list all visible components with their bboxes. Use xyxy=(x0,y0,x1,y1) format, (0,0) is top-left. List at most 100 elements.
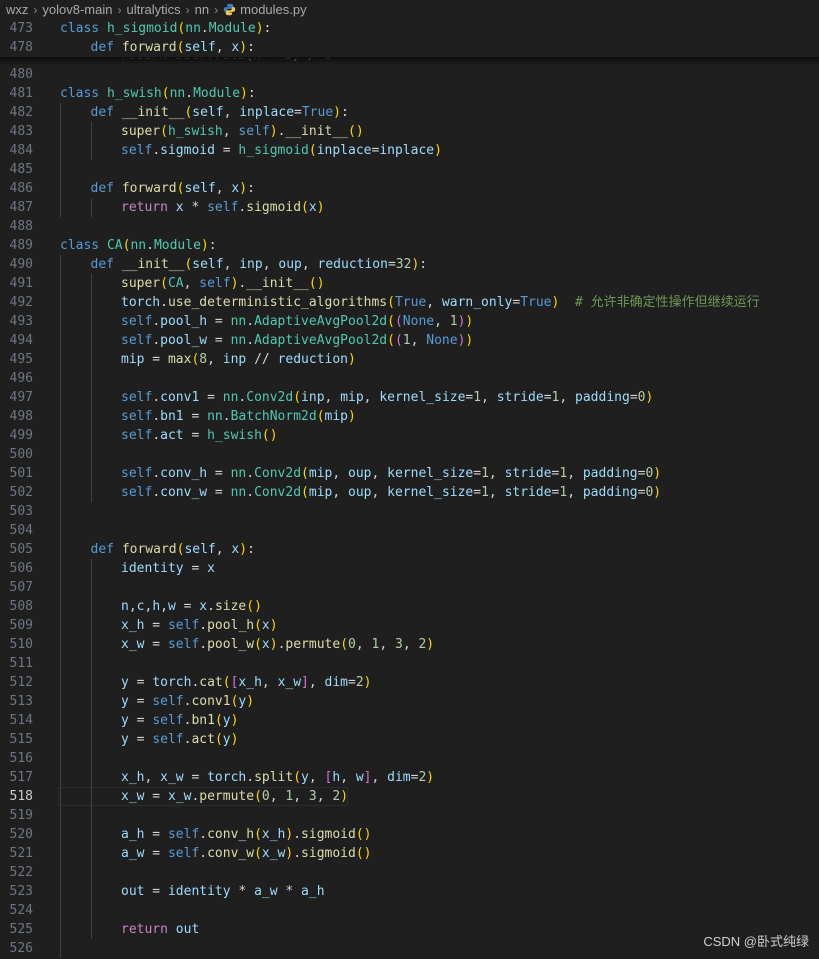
code-token: * xyxy=(230,884,255,899)
code-line[interactable]: 473 class h_sigmoid(nn.Module): xyxy=(0,19,819,38)
code-line[interactable]: 481 class h_swish(nn.Module): xyxy=(0,84,819,103)
code-line[interactable]: 508 n,c,h,w = x.size() xyxy=(0,597,819,616)
code-line[interactable]: 514 y = self.bn1(y) xyxy=(0,711,819,730)
code-line[interactable]: 485 xyxy=(0,160,819,179)
code-token: 3 xyxy=(308,789,317,804)
code-line[interactable]: 495 mip = max(8, inp // reduction) xyxy=(0,350,819,369)
code-token: . xyxy=(152,143,161,158)
code-line[interactable]: 519 xyxy=(0,806,819,825)
code-line[interactable]: 497 self.conv1 = nn.Conv2d(inp, mip, kern… xyxy=(0,388,819,407)
code-token: . xyxy=(199,637,208,652)
code-token: , xyxy=(293,789,309,804)
breadcrumb-item-ultralytics[interactable]: ultralytics xyxy=(126,2,180,17)
code-line[interactable]: 515 y = self.act(y) xyxy=(0,730,819,749)
code-token: conv_w xyxy=(160,485,208,500)
code-text: self.bn1 = nn.BatchNorm2d(mip) xyxy=(121,407,356,426)
code-line[interactable]: 524 xyxy=(0,901,819,920)
code-token: y xyxy=(222,713,231,728)
code-line[interactable]: 498 self.bn1 = nn.BatchNorm2d(mip) xyxy=(0,407,819,426)
line-number: 519 xyxy=(9,808,33,823)
breadcrumb-item-wxz[interactable]: wxz xyxy=(6,2,28,17)
breadcrumb-item-yolov8-main[interactable]: yolov8-main xyxy=(42,2,112,17)
code-line[interactable]: 505 def forward(self, x): xyxy=(0,540,819,559)
code-token: , xyxy=(301,257,318,272)
breadcrumb-item-nn[interactable]: nn xyxy=(195,2,209,17)
code-line[interactable]: 482 def __init__(self, inplace=True): xyxy=(0,103,819,122)
code-token: = xyxy=(128,694,153,709)
code-line[interactable]: 490 def __init__(self, inp, oup, reductio… xyxy=(0,255,819,274)
code-line[interactable]: 522 xyxy=(0,863,819,882)
code-token: CA xyxy=(167,276,184,291)
code-token: ) xyxy=(465,333,474,348)
code-token: ( xyxy=(222,675,231,690)
code-token: kernel_size xyxy=(387,485,474,500)
code-token: x xyxy=(261,618,270,633)
code-token: x_w xyxy=(167,789,192,804)
line-number: 491 xyxy=(9,276,33,291)
code-token: y xyxy=(222,732,231,747)
code-line[interactable]: 501 self.conv_h = nn.Conv2d(mip, oup, ker… xyxy=(0,464,819,483)
code-line[interactable]: 487 return x * self.sigmoid(x) xyxy=(0,198,819,217)
code-line[interactable]: 504 xyxy=(0,521,819,540)
code-line[interactable]: 517 x_h, x_w = torch.split(y, [h, w], dim… xyxy=(0,768,819,787)
code-line[interactable]: 507 xyxy=(0,578,819,597)
code-line[interactable]: 506 identity = x xyxy=(0,559,819,578)
code-line[interactable]: 499 self.act = h_swish() xyxy=(0,426,819,445)
code-token: , xyxy=(332,485,349,500)
code-line[interactable]: 525 return out xyxy=(0,920,819,939)
code-line[interactable]: 513 y = self.conv1(y) xyxy=(0,692,819,711)
code-line[interactable]: 502 self.conv_w = nn.Conv2d(mip, oup, ker… xyxy=(0,483,819,502)
code-line[interactable]: 491 super(CA, self).__init__() xyxy=(0,274,819,293)
code-token: def xyxy=(90,257,122,272)
code-line[interactable]: 512 y = torch.cat([x_h, x_w], dim=2) xyxy=(0,673,819,692)
line-number: 494 xyxy=(9,333,33,348)
code-token: self xyxy=(121,466,153,481)
code-line[interactable]: 503 xyxy=(0,502,819,521)
code-token: inp xyxy=(301,390,325,405)
code-token: : xyxy=(208,238,217,253)
line-number: 508 xyxy=(9,599,33,614)
code-line[interactable]: 523 out = identity * a_w * a_h xyxy=(0,882,819,901)
code-line[interactable]: 493 self.pool_h = nn.AdaptiveAvgPool2d((N… xyxy=(0,312,819,331)
code-token: . xyxy=(200,21,209,36)
code-token: inplace xyxy=(316,143,372,158)
code-line[interactable]: 480 xyxy=(0,65,819,84)
code-token: , xyxy=(371,466,388,481)
code-token: : xyxy=(247,86,256,101)
code-line[interactable]: 516 xyxy=(0,749,819,768)
code-line[interactable]: 521 a_w = self.conv_w(x_w).sigmoid() xyxy=(0,844,819,863)
code-line[interactable]: 486 def forward(self, x): xyxy=(0,179,819,198)
code-token: = xyxy=(128,675,153,690)
code-line[interactable]: 496 xyxy=(0,369,819,388)
code-token: ) xyxy=(363,675,372,690)
code-token: . xyxy=(152,314,161,329)
code-token: , xyxy=(488,485,505,500)
code-line[interactable]: 510 x_w = self.pool_w(x).permute(0, 1, 3,… xyxy=(0,635,819,654)
code-line[interactable]: 509 x_h = self.pool_h(x) xyxy=(0,616,819,635)
code-line[interactable]: 520 a_h = self.conv_h(x_h).sigmoid() xyxy=(0,825,819,844)
code-line[interactable]: 492 torch.use_deterministic_algorithms(Tr… xyxy=(0,293,819,312)
sticky-scroll-header[interactable]: 473 class h_sigmoid(nn.Module): 478 def for… xyxy=(0,19,819,57)
line-number: 525 xyxy=(9,922,33,937)
code-line[interactable]: 500 xyxy=(0,445,819,464)
code-line[interactable]: 483 super(h_swish, self).__init__() xyxy=(0,122,819,141)
code-token: inplace xyxy=(379,143,435,158)
code-token: ) xyxy=(316,200,325,215)
code-line[interactable]: 511 xyxy=(0,654,819,673)
breadcrumb-item-modules-py[interactable]: modules.py xyxy=(240,2,306,17)
code-line[interactable]: 484 self.sigmoid = h_sigmoid(inplace=inpl… xyxy=(0,141,819,160)
code-line[interactable]: 526 xyxy=(0,939,819,958)
code-line[interactable]: 478 def forward(self, x): xyxy=(0,38,819,57)
code-line[interactable]: 489 class CA(nn.Module): xyxy=(0,236,819,255)
line-number: 486 xyxy=(9,181,33,196)
code-token: sigmoid xyxy=(246,200,302,215)
code-line[interactable]: 518 x_w = x_w.permute(0, 1, 3, 2) xyxy=(0,787,819,806)
code-token: kernel_size xyxy=(387,466,474,481)
line-number: 511 xyxy=(9,656,33,671)
code-line[interactable]: 494 self.pool_w = nn.AdaptiveAvgPool2d((1… xyxy=(0,331,819,350)
line-number: 515 xyxy=(9,732,33,747)
code-token: True xyxy=(394,295,427,310)
code-token: def xyxy=(90,181,122,196)
code-line[interactable]: 488 xyxy=(0,217,819,236)
code-token: inplace xyxy=(239,105,295,120)
